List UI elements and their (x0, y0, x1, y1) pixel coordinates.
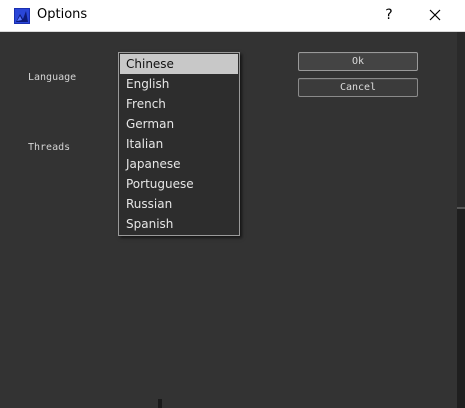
language-label: Language (28, 72, 77, 83)
language-dropdown-list[interactable]: Chinese English French German Italian Ja… (118, 52, 240, 236)
window-title: Options (37, 7, 88, 22)
threads-label: Threads (28, 142, 71, 153)
options-dialog: Options ? Language Threads Ok Cancel Chi… (0, 0, 465, 408)
title-bar: Options ? (0, 0, 465, 32)
language-option-japanese[interactable]: Japanese (119, 154, 239, 174)
background-divider (158, 399, 162, 408)
language-option-english[interactable]: English (119, 74, 239, 94)
divider (457, 207, 465, 209)
background-panel (457, 32, 465, 207)
ok-button[interactable]: Ok (298, 52, 418, 71)
language-option-spanish[interactable]: Spanish (119, 214, 239, 234)
help-button[interactable]: ? (372, 0, 406, 31)
language-option-french[interactable]: French (119, 94, 239, 114)
dialog-body: Language Threads Ok Cancel Chinese Engli… (8, 32, 457, 408)
language-option-portuguese[interactable]: Portuguese (119, 174, 239, 194)
language-option-german[interactable]: German (119, 114, 239, 134)
cancel-button[interactable]: Cancel (298, 78, 418, 97)
language-option-russian[interactable]: Russian (119, 194, 239, 214)
background-window-edge (457, 32, 465, 408)
language-option-chinese[interactable]: Chinese (120, 54, 238, 74)
close-button[interactable] (418, 0, 452, 31)
app-icon (14, 8, 30, 24)
close-icon (429, 9, 441, 21)
language-option-italian[interactable]: Italian (119, 134, 239, 154)
